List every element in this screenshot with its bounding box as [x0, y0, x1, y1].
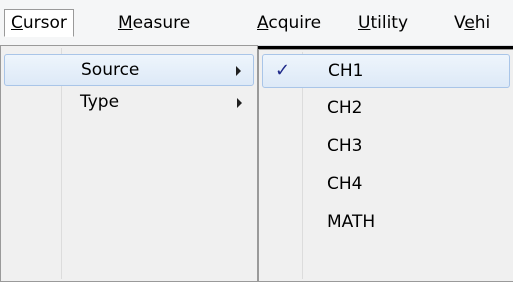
menu-item-source-label: Source: [81, 60, 140, 80]
menu-vehicle-prefix: V: [454, 13, 465, 33]
submenu-item-ch4[interactable]: CH4: [262, 168, 510, 202]
menu-acquire-mnemonic: A: [257, 13, 269, 33]
submenu-arrow-icon: [236, 66, 241, 76]
menu-acquire-label: cquire: [268, 13, 322, 33]
submenu-item-ch2[interactable]: CH2: [262, 92, 510, 126]
source-submenu: ✓ CH1 CH2 CH3 CH4 MATH: [258, 49, 513, 282]
cursor-dropdown-menu: Source Type: [0, 45, 258, 282]
menu-utility-mnemonic: U: [358, 13, 371, 33]
submenu-item-ch3-label: CH3: [327, 136, 363, 156]
submenu-item-ch3[interactable]: CH3: [262, 130, 510, 164]
menu-utility[interactable]: Utility: [352, 9, 414, 37]
submenu-item-math[interactable]: MATH: [262, 206, 510, 240]
menu-cursor-label: ursor: [22, 13, 67, 33]
menu-cursor[interactable]: Cursor: [4, 9, 74, 37]
menu-vehicle-label: hi: [474, 13, 491, 33]
menu-measure[interactable]: Measure: [112, 9, 196, 37]
menu-cursor-mnemonic: C: [11, 13, 23, 33]
menu-acquire[interactable]: Acquire: [251, 9, 327, 37]
submenu-item-math-label: MATH: [327, 212, 376, 232]
submenu-item-ch4-label: CH4: [327, 174, 363, 194]
menu-item-source[interactable]: Source: [4, 54, 254, 86]
submenu-item-ch1-label: CH1: [328, 61, 364, 81]
menu-item-type-label: Type: [80, 92, 120, 112]
menu-utility-label: tility: [370, 13, 409, 33]
menu-bar: Cursor Measure Acquire Utility Vehi: [0, 0, 513, 46]
menu-measure-label: easure: [132, 13, 191, 33]
submenu-item-ch1[interactable]: ✓ CH1: [262, 54, 510, 88]
submenu-item-ch2-label: CH2: [327, 98, 363, 118]
menu-item-type[interactable]: Type: [4, 87, 254, 119]
menu-vehicle[interactable]: Vehi: [448, 9, 496, 37]
menu-measure-mnemonic: M: [118, 13, 133, 33]
menu-vehicle-mnemonic: e: [464, 13, 475, 33]
submenu-arrow-icon: [237, 98, 242, 108]
checkmark-icon: ✓: [275, 60, 291, 81]
